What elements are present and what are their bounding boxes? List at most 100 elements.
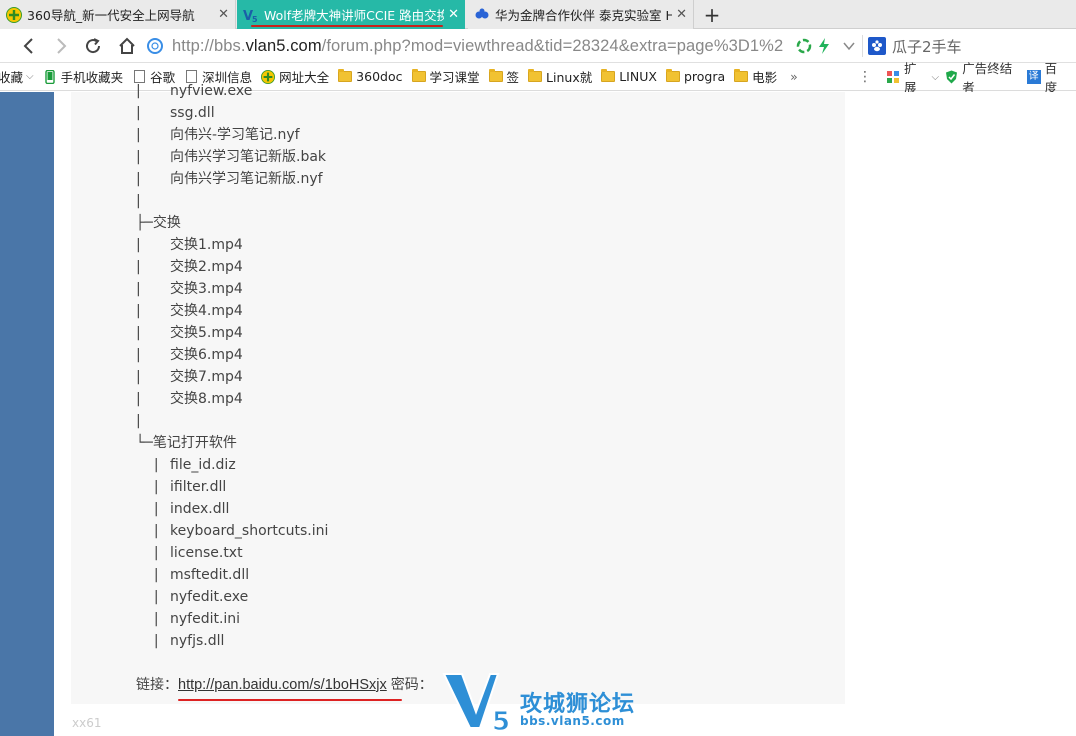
bookmark-label: 网址大全 (279, 70, 330, 85)
signature-text: xx61 (72, 716, 102, 730)
tree-line: | (136, 193, 141, 209)
folder-icon (411, 69, 426, 84)
security-globe-icon (146, 37, 164, 55)
tree-file-name: 向伟兴-学习笔记.nyf (170, 127, 300, 143)
close-icon[interactable]: ✕ (218, 7, 229, 22)
bookmark-folder[interactable]: 360doc (338, 69, 403, 84)
bookmark-folder[interactable]: LINUX (601, 69, 657, 84)
tree-file-name: ssg.dll (170, 105, 215, 121)
translate-label: 百度 (1044, 61, 1058, 95)
tree-file-name: nyfview.exe (170, 83, 253, 99)
tree-folder: ├─交换 (136, 215, 181, 231)
tree-file-name: 交换6.mp4 (170, 347, 243, 363)
bookmark-folder[interactable]: 学习课堂 (411, 67, 480, 86)
annotation-underline (251, 25, 443, 27)
tree-line: | (136, 149, 141, 165)
folder-icon (734, 69, 749, 84)
tree-file-name: 交换7.mp4 (170, 369, 243, 385)
password-label: 密码： (390, 677, 433, 693)
new-tab-button[interactable]: + (700, 3, 724, 27)
folder-icon (665, 69, 680, 84)
tree-line: | (153, 501, 159, 517)
download-link-row: 链接：http://pan.baidu.com/s/1boHSxjx 密码： (136, 674, 433, 696)
tree-line: | (136, 127, 141, 143)
bookmark-folder[interactable]: Linux就 (528, 67, 592, 86)
baidu-pan-link[interactable]: http://pan.baidu.com/s/1boHSxjx (178, 677, 387, 693)
tree-file-name: nyfedit.ini (170, 611, 241, 627)
search-input[interactable]: 瓜子2手车 (892, 36, 962, 57)
tree-line: | (136, 83, 141, 99)
tab-huawei-lab[interactable]: 华为金牌合作伙伴 泰克实验室 H ✕ (468, 0, 694, 29)
lightning-icon[interactable] (818, 38, 830, 54)
shield-icon (945, 70, 958, 84)
extensions-button[interactable]: 扩展 ⌵ (886, 58, 939, 96)
baidu-paw-icon (474, 7, 490, 23)
left-sidebar-strip (0, 92, 54, 736)
tree-file-name: 交换5.mp4 (170, 325, 243, 341)
phone-icon (43, 69, 57, 84)
tree-file-name: ifilter.dll (170, 479, 227, 495)
bookmark-label: LINUX (619, 69, 657, 84)
extensions-label: 扩展 (904, 61, 917, 95)
reload-icon (86, 38, 101, 54)
close-icon[interactable]: ✕ (676, 7, 687, 22)
tab-title: Wolf老牌大神讲师CCIE 路由交换 (264, 8, 445, 23)
more-menu-icon[interactable]: ⋮ (858, 69, 872, 85)
recycle-icon[interactable] (796, 38, 812, 54)
tree-line: | (153, 545, 159, 561)
tree-line: | (153, 457, 159, 473)
tree-line: | (136, 237, 141, 253)
tree-line: | (153, 633, 159, 649)
home-icon (119, 37, 135, 54)
tree-line: | (136, 391, 141, 407)
translate-icon: 译 (1026, 70, 1041, 84)
bookmark-folder[interactable]: 签 (488, 67, 519, 86)
tab-bar: 360导航_新一代安全上网导航 ✕ V5 Wolf老牌大神讲师CCIE 路由交换… (0, 0, 1076, 29)
folder-icon (338, 69, 353, 84)
tree-folder-name: 笔记打开软件 (152, 435, 237, 451)
tree-folder-name: 交换 (152, 215, 181, 231)
address-dropdown-button[interactable] (838, 35, 860, 57)
tree-line: | (136, 369, 141, 385)
tree-file-name: 交换1.mp4 (170, 237, 243, 253)
forward-button[interactable] (50, 35, 72, 57)
tab-360-nav[interactable]: 360导航_新一代安全上网导航 ✕ (0, 0, 236, 29)
bookmark-item[interactable]: 网址大全 (261, 67, 329, 86)
address-bar[interactable]: http://bbs.vlan5.com/forum.php?mod=viewt… (146, 33, 862, 59)
back-button[interactable] (18, 35, 40, 57)
tree-file-name: 交换4.mp4 (170, 303, 243, 319)
back-arrow-icon (23, 38, 33, 54)
close-icon[interactable]: ✕ (448, 7, 459, 22)
search-box[interactable]: 瓜子2手车 (868, 34, 1076, 58)
url-text[interactable]: http://bbs.vlan5.com/forum.php?mod=viewt… (172, 37, 792, 56)
tree-line: | (136, 347, 141, 363)
bookmarks-overflow-button[interactable]: » (790, 69, 798, 84)
home-button[interactable] (116, 35, 138, 57)
bookmark-label: 收藏 (0, 70, 24, 85)
tree-file-name: nyfjs.dll (170, 633, 225, 649)
link-label: 链接： (136, 677, 178, 693)
folder-icon (528, 69, 543, 84)
tree-line: | (136, 259, 141, 275)
folder-icon (488, 69, 503, 84)
tab-title: 华为金牌合作伙伴 泰克实验室 H (495, 8, 673, 23)
reload-button[interactable] (82, 35, 104, 57)
watermark-url: bbs.vlan5.com (520, 714, 625, 728)
tree-line: | (136, 105, 141, 121)
bookmark-label: 手机收藏夹 (60, 70, 124, 85)
bookmark-folder[interactable]: 电影 (734, 67, 777, 86)
tree-folder: └─笔记打开软件 (136, 435, 237, 451)
adblock-button[interactable]: 广告终结者 (945, 58, 1021, 96)
bookmark-favorites[interactable]: 收藏 ⌵ (0, 67, 34, 86)
bookmark-folder[interactable]: progra (665, 69, 725, 84)
tree-file-name: msftedit.dll (170, 567, 250, 583)
tree-line: | (153, 589, 159, 605)
tree-line: | (136, 303, 141, 319)
tab-vlan5-thread[interactable]: V5 Wolf老牌大神讲师CCIE 路由交换 ✕ (237, 0, 465, 29)
tree-file-name: index.dll (170, 501, 230, 517)
bookmark-item[interactable]: 手机收藏夹 (43, 67, 124, 86)
translate-button[interactable]: 译 百度 (1026, 58, 1067, 96)
tree-line: | (136, 325, 141, 341)
tree-file-name: 交换3.mp4 (170, 281, 243, 297)
tree-line: | (153, 567, 159, 583)
